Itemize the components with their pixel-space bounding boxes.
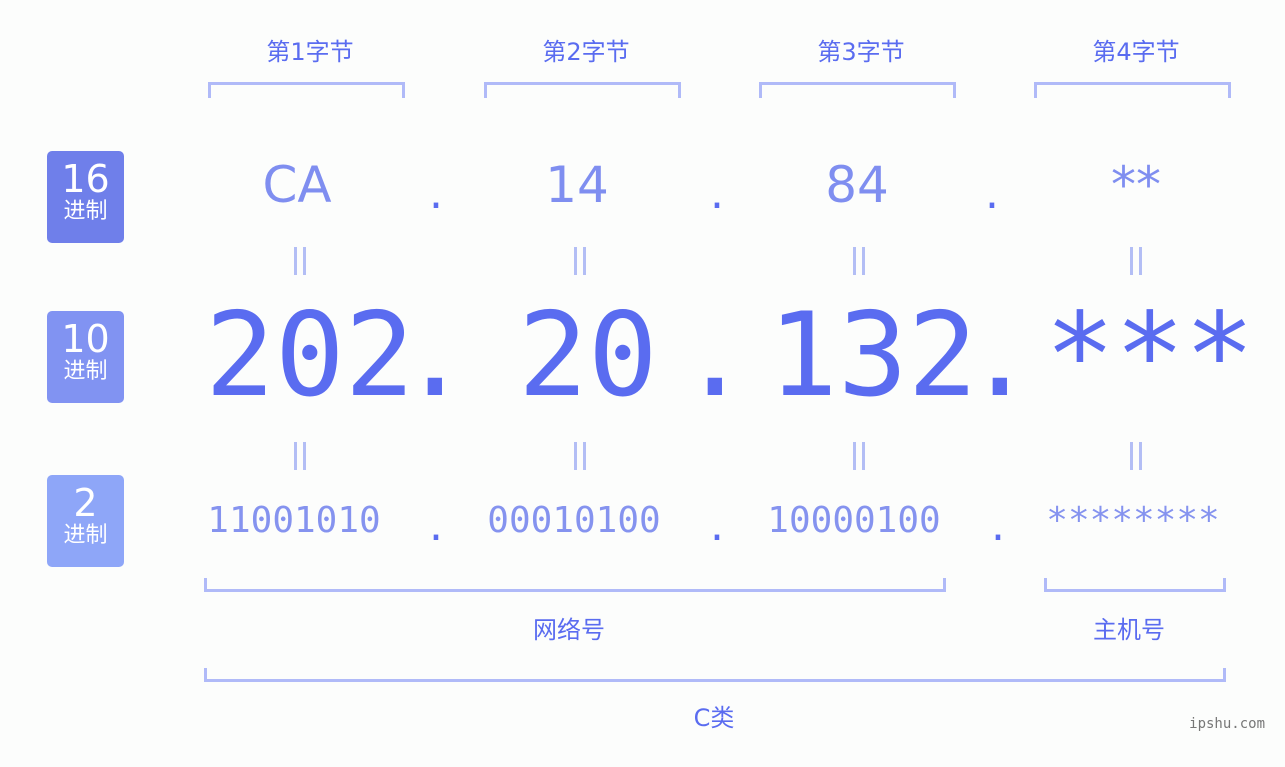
dec-separator-1: . bbox=[400, 288, 470, 423]
equals-icon bbox=[849, 247, 869, 279]
equals-icon bbox=[570, 442, 590, 474]
class-bracket bbox=[204, 668, 1226, 682]
equals-icon bbox=[290, 442, 310, 474]
bin-separator-2: . bbox=[710, 500, 724, 551]
dec-separator-3: . bbox=[965, 288, 1035, 423]
hex-separator-3: . bbox=[985, 168, 999, 219]
hex-badge: 16 进制 bbox=[47, 151, 124, 243]
hex-separator-1: . bbox=[429, 168, 443, 219]
bin-separator-3: . bbox=[991, 500, 1005, 551]
hex-badge-number: 16 bbox=[61, 157, 110, 201]
bin-badge-label: 进制 bbox=[63, 523, 108, 548]
watermark: ipshu.com bbox=[1189, 716, 1265, 732]
dec-badge-number: 10 bbox=[61, 317, 110, 361]
hex-byte-3: 84 bbox=[825, 156, 889, 214]
byte-1-bracket bbox=[208, 82, 405, 98]
bin-byte-3: 10000100 bbox=[767, 500, 941, 541]
dec-byte-2: 20 bbox=[518, 288, 658, 423]
hex-byte-4: ** bbox=[1111, 156, 1161, 214]
byte-header-3: 第3字节 bbox=[817, 38, 905, 66]
dec-byte-1: 202 bbox=[205, 288, 415, 423]
equals-icon bbox=[1126, 247, 1146, 279]
hex-byte-1: CA bbox=[262, 156, 332, 214]
dec-byte-4: *** bbox=[1045, 288, 1255, 423]
bin-badge: 2 进制 bbox=[47, 475, 124, 567]
equals-icon bbox=[570, 247, 590, 279]
equals-icon bbox=[849, 442, 869, 474]
dec-badge-label: 进制 bbox=[63, 359, 108, 384]
bin-badge-number: 2 bbox=[73, 481, 98, 525]
byte-2-bracket bbox=[484, 82, 681, 98]
hex-separator-2: . bbox=[710, 168, 724, 219]
equals-icon bbox=[290, 247, 310, 279]
hex-byte-2: 14 bbox=[545, 156, 609, 214]
bin-byte-2: 00010100 bbox=[487, 500, 661, 541]
host-bracket bbox=[1044, 578, 1226, 592]
hex-badge-label: 进制 bbox=[63, 199, 108, 224]
byte-3-bracket bbox=[759, 82, 956, 98]
network-bracket bbox=[204, 578, 946, 592]
network-label: 网络号 bbox=[533, 616, 605, 644]
byte-header-4: 第4字节 bbox=[1092, 38, 1180, 66]
equals-icon bbox=[1126, 442, 1146, 474]
byte-header-1: 第1字节 bbox=[266, 38, 354, 66]
dec-byte-3: 132 bbox=[768, 288, 978, 423]
dec-separator-2: . bbox=[680, 288, 750, 423]
dec-badge: 10 进制 bbox=[47, 311, 124, 403]
byte-4-bracket bbox=[1034, 82, 1231, 98]
byte-header-2: 第2字节 bbox=[542, 38, 630, 66]
host-label: 主机号 bbox=[1093, 616, 1165, 644]
bin-byte-4: ******** bbox=[1046, 500, 1220, 541]
bin-separator-1: . bbox=[429, 500, 443, 551]
class-label: C类 bbox=[693, 704, 735, 732]
bin-byte-1: 11001010 bbox=[207, 500, 381, 541]
